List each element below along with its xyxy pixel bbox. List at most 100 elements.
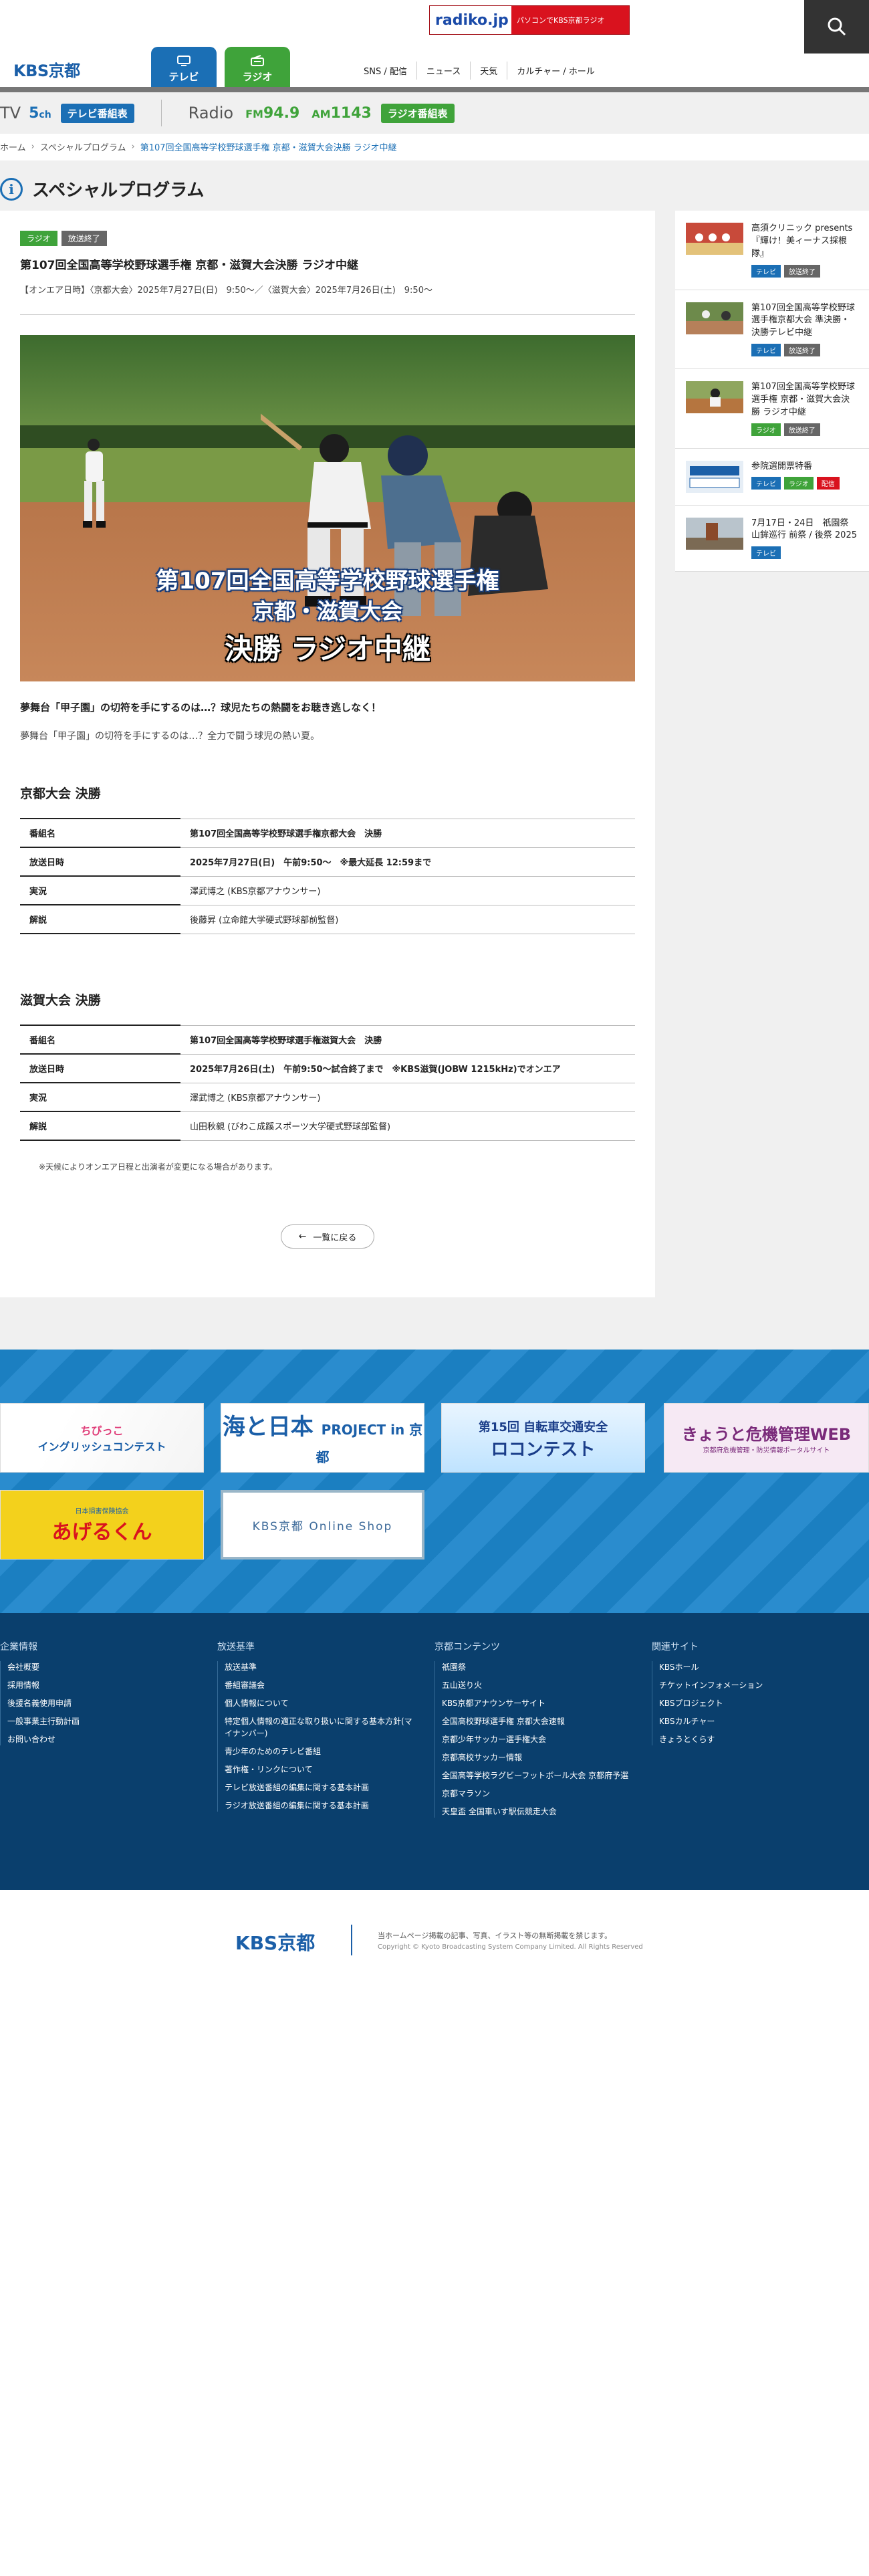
site-logo[interactable]: KBS京都 (13, 58, 80, 81)
tv-label: TV (0, 104, 21, 122)
back-to-list-button[interactable]: ← 一覧に戻る (281, 1224, 374, 1249)
table-row: 放送日時 2025年7月26日(土) 午前9:50〜試合終了まで ※KBS滋賀(J… (20, 1054, 635, 1083)
footer-col-related: 関連サイト KBSホール チケットインフォメーション KBSプロジェクト KBS… (652, 1640, 852, 1751)
sidebar-item[interactable]: 7月17日・24日 祇園祭 山鉾巡行 前祭 / 後祭 2025 テレビ (675, 506, 869, 572)
breadcrumb-home[interactable]: ホーム (0, 140, 26, 153)
banner-text: PROJECT in 京都 (316, 1421, 423, 1465)
sidebar-item[interactable]: 高須クリニック presents『輝け！美ィーナス採根隊』 テレビ 放送終了 (675, 211, 869, 290)
footer-link[interactable]: 祇園祭 (442, 1661, 635, 1673)
footer-link[interactable]: 個人情報について (225, 1697, 418, 1709)
footer-link[interactable]: KBSホール (659, 1661, 852, 1673)
sidebar-item-title: 高須クリニック presents『輝け！美ィーナス採根隊』 (751, 223, 853, 259)
nav-weather[interactable]: 天気 (471, 62, 508, 80)
page-title-text: スペシャルプログラム (32, 181, 205, 201)
tv-schedule-button[interactable]: テレビ番組表 (60, 103, 134, 123)
nav-sns[interactable]: SNS / 配信 (354, 62, 417, 80)
kyoto-table: 番組名 第107回全国高等学校野球選手権京都大会 決勝 放送日時 2025年7月27… (20, 818, 635, 934)
banner-text: KBS京都 Online Shop (252, 1519, 393, 1533)
footer-link[interactable]: 京都高校サッカー情報 (442, 1751, 635, 1763)
footer-link[interactable]: ラジオ放送番組の編集に関する基本計画 (225, 1800, 418, 1812)
banner-agerukun[interactable]: 日本損害保険協会 あげるくん (0, 1490, 204, 1560)
shiga-table: 番組名 第107回全国高等学校野球選手権滋賀大会 決勝 放送日時 2025年7月26… (20, 1025, 635, 1141)
breadcrumb-special[interactable]: スペシャルプログラム (40, 140, 126, 153)
divider (20, 314, 635, 315)
search-button[interactable] (804, 0, 869, 53)
banner-bicycle-contest[interactable]: 第15回 自転車交通安全 ロコンテスト (441, 1403, 645, 1473)
banner-text: 海と日本 (222, 1413, 314, 1440)
sidebar-item[interactable]: 参院選開票特番 テレビ ラジオ 配信 (675, 449, 869, 506)
footer-link[interactable]: KBSカルチャー (659, 1715, 852, 1727)
radiko-text: パソコンでKBS京都ラジオ (517, 16, 605, 25)
footer-heading: 関連サイト (652, 1642, 699, 1652)
footer-logo[interactable]: KBS京都 (235, 1929, 315, 1955)
footer-link[interactable]: KBS京都アナウンサーサイト (442, 1697, 635, 1709)
footer-link[interactable]: テレビ放送番組の編集に関する基本計画 (225, 1782, 418, 1794)
radio-schedule-button[interactable]: ラジオ番組表 (380, 103, 455, 123)
tab-radio-label: ラジオ (242, 71, 273, 83)
footer-link[interactable]: 番組審議会 (225, 1679, 418, 1691)
radio-label: Radio (188, 104, 234, 122)
tv-channel: 5ch (29, 104, 51, 122)
note-text: ※天候によりオンエア日程と出演者が変更になる場合があります。 (39, 1162, 277, 1172)
lead-text: 夢舞台「甲子園」の切符を手にするのは…？全力で闘う球児の熱い夏。 (20, 731, 320, 742)
footer-link[interactable]: 会社概要 (7, 1661, 201, 1673)
tab-tv[interactable]: テレビ (151, 47, 217, 88)
channel-separator (160, 100, 162, 126)
tag-ended: 放送終了 (783, 423, 820, 436)
sidebar-item[interactable]: 第107回全国高等学校野球選手権京都大会 準決勝・決勝テレビ中継 テレビ 放送終… (675, 290, 869, 370)
footer-link[interactable]: 特定個人情報の適正な取り扱いに関する基本方針(マイナンバー) (225, 1715, 418, 1739)
footer-link[interactable]: 著作権・リンクについて (225, 1763, 418, 1776)
footer-link[interactable]: きょうとくらす (659, 1733, 852, 1745)
footer-link[interactable]: 京都少年サッカー選手権大会 (442, 1733, 635, 1745)
sidebar-item-title: 参院選開票特番 (751, 461, 813, 471)
footer-link[interactable]: 天皇盃 全国車いす駅伝競走大会 (442, 1806, 635, 1818)
breadcrumb-current[interactable]: 第107回全国高等学校野球選手権 京都・滋賀大会決勝 ラジオ中継 (140, 140, 397, 153)
radiko-banner[interactable]: radiko.jp パソコンでKBS京都ラジオ (429, 5, 630, 35)
sidebar-item[interactable]: 第107回全国高等学校野球選手権 京都・滋賀大会決勝 ラジオ中継 ラジオ 放送終… (675, 369, 869, 449)
tab-radio[interactable]: ラジオ (225, 47, 290, 88)
banner-kiki-kanri[interactable]: きょうと危機管理WEB 京都府危機管理・防災情報ポータルサイト (664, 1403, 869, 1473)
sidebar: 高須クリニック presents『輝け！美ィーナス採根隊』 テレビ 放送終了 第… (675, 211, 869, 572)
nav-news[interactable]: ニュース (417, 62, 471, 80)
back-label: 一覧に戻る (313, 1232, 357, 1243)
lead-bold: 夢舞台「甲子園」の切符を手にするのは…？球児たちの熱闘をお聴き逃しなく！ (20, 702, 382, 714)
breadcrumb: ホーム › スペシャルプログラム › 第107回全国高等学校野球選手権 京都・滋… (0, 140, 402, 153)
table-row: 解説 後藤昇 (立命館大学硬式野球部前監督) (20, 905, 635, 934)
table-row: 実況 澤武博之 (KBS京都アナウンサー) (20, 876, 635, 905)
footer-notice: 当ホームページ掲載の記事、写真、イラスト等の無断掲載を禁じます。 (378, 1931, 612, 1940)
radio-icon (251, 55, 264, 66)
sidebar-item-title: 第107回全国高等学校野球選手権 京都・滋賀大会決勝 ラジオ中継 (751, 382, 855, 417)
chevron-right-icon: › (131, 142, 135, 152)
tab-tv-label: テレビ (168, 71, 199, 83)
tv-icon (177, 56, 191, 66)
table-row: 番組名 第107回全国高等学校野球選手権京都大会 決勝 (20, 818, 635, 848)
footer-link[interactable]: 全国高校野球選手権 京都大会速報 (442, 1715, 635, 1727)
footer-link[interactable]: チケットインフォメーション (659, 1679, 852, 1691)
footer-heading: 放送基準 (217, 1642, 255, 1652)
banner-umi-to-nihon[interactable]: 海と日本 PROJECT in 京都 (221, 1403, 424, 1473)
tag-ended: 放送終了 (784, 344, 820, 357)
chevron-right-icon: › (31, 142, 35, 152)
banner-text: きょうと危機管理WEB (681, 1425, 852, 1444)
banner-text: 日本損害保険協会 (75, 1507, 129, 1515)
tag-tv: テレビ (751, 264, 781, 278)
footer-link[interactable]: 放送基準 (225, 1661, 418, 1673)
footer-link[interactable]: 全国高等学校ラグビーフットボール大会 京都府予選 (442, 1769, 635, 1782)
footer-link[interactable]: 採用情報 (7, 1679, 201, 1691)
nav-culture[interactable]: カルチャー / ホール (507, 62, 604, 80)
banner-online-shop[interactable]: KBS京都 Online Shop (221, 1490, 424, 1560)
banner-english-contest[interactable]: ちびっこ イングリッシュコンテスト (0, 1403, 204, 1473)
footer-link[interactable]: 後援名義使用申請 (7, 1697, 201, 1709)
footer-link[interactable]: KBSプロジェクト (659, 1697, 852, 1709)
tag-tv: テレビ (751, 477, 781, 490)
footer-link[interactable]: 青少年のためのテレビ番組 (225, 1745, 418, 1757)
banner-text: 京都府危機管理・防災情報ポータルサイト (703, 1447, 830, 1455)
sidebar-item-title: 第107回全国高等学校野球選手権京都大会 準決勝・決勝テレビ中継 (751, 302, 855, 338)
banner-text: イングリッシュコンテスト (37, 1440, 166, 1453)
footer-link[interactable]: お問い合わせ (7, 1733, 201, 1745)
footer-link[interactable]: 京都マラソン (442, 1788, 635, 1800)
am-frequency: AM1143 (312, 104, 372, 122)
footer-link[interactable]: 五山送り火 (442, 1679, 635, 1691)
article: ラジオ 放送終了 第107回全国高等学校野球選手権 京都・滋賀大会決勝 ラジオ中… (0, 211, 655, 1297)
footer-link[interactable]: 一般事業主行動計画 (7, 1715, 201, 1727)
